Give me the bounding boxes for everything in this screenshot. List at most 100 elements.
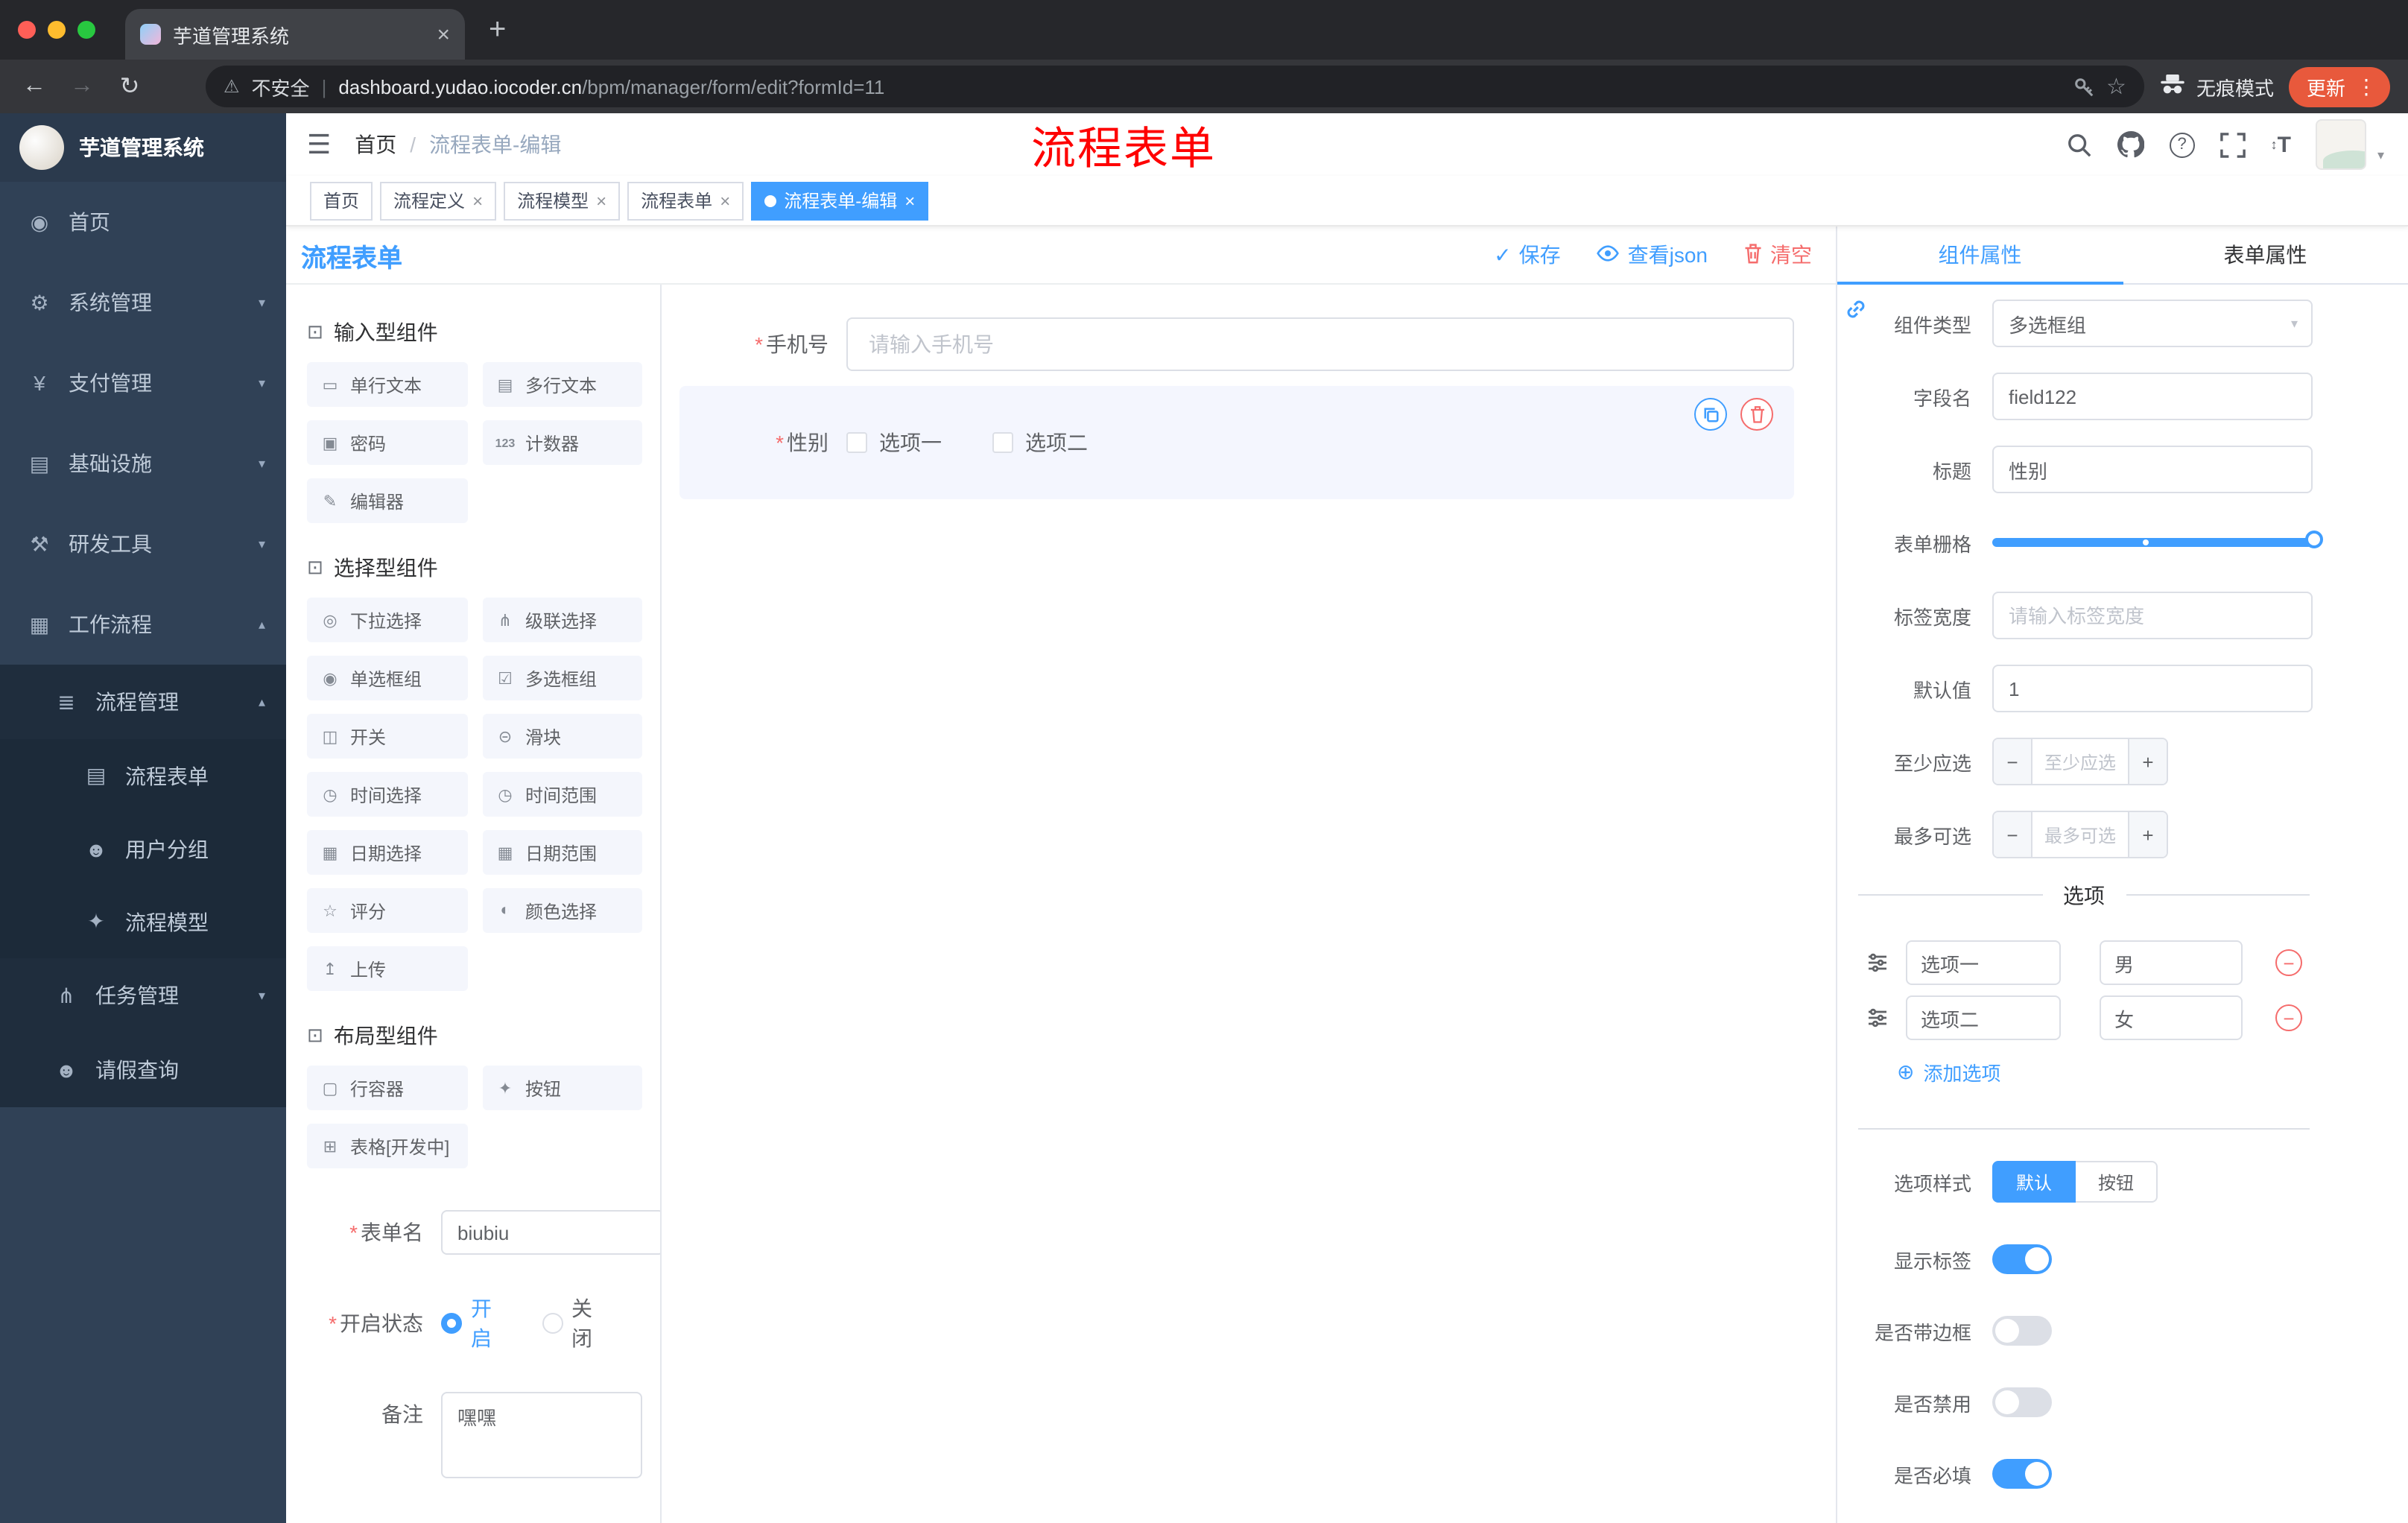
sidebar-collapse-icon[interactable]: ☰ xyxy=(307,129,331,160)
component-chip-checkbox-group[interactable]: ☑ 多选框组 xyxy=(482,656,642,700)
show-label-toggle[interactable] xyxy=(1992,1244,2052,1274)
required-toggle[interactable] xyxy=(1992,1459,2052,1489)
component-chip-password[interactable]: ▣ 密码 xyxy=(307,420,467,465)
password-key-icon[interactable] xyxy=(2072,75,2094,98)
component-chip-color-picker[interactable]: ◐ 颜色选择 xyxy=(482,888,642,933)
sidebar-item-home[interactable]: ◉ 首页 xyxy=(0,182,286,262)
sidebar-item-process-management[interactable]: ≣ 流程管理 ▴ xyxy=(0,665,286,739)
minimize-window-button[interactable] xyxy=(48,21,66,39)
drag-handle-icon[interactable] xyxy=(1867,952,1888,973)
save-button[interactable]: ✓ 保存 xyxy=(1494,240,1560,270)
increase-button[interactable]: + xyxy=(2128,812,2167,857)
close-icon[interactable]: × xyxy=(904,190,915,211)
address-bar[interactable]: ⚠ 不安全 | dashboard.yudao.iocoder.cn/bpm/m… xyxy=(206,66,2144,107)
breadcrumb-home[interactable]: 首页 xyxy=(355,130,396,159)
sidebar-item-user-group[interactable]: ☻ 用户分组 xyxy=(0,812,286,885)
sidebar-item-process-form[interactable]: ▤ 流程表单 xyxy=(0,739,286,812)
status-radio-on[interactable]: 开启 xyxy=(441,1294,512,1353)
slider-track[interactable] xyxy=(1992,531,2323,548)
option2-label-input[interactable] xyxy=(1906,995,2061,1040)
selected-gender-field[interactable]: * 性别 选项一 选项二 xyxy=(679,386,1794,499)
remove-option-button[interactable]: − xyxy=(2275,949,2302,976)
maximize-window-button[interactable] xyxy=(77,21,95,39)
style-default-button[interactable]: 默认 xyxy=(1992,1161,2076,1203)
component-chip-counter[interactable]: 123 计数器 xyxy=(482,420,642,465)
reload-icon[interactable]: ↻ xyxy=(113,72,146,101)
phone-field-row[interactable]: * 手机号 xyxy=(679,317,1794,371)
component-chip-multiline-text[interactable]: ▤ 多行文本 xyxy=(482,362,642,407)
component-chip-radio-group[interactable]: ◉ 单选框组 xyxy=(307,656,467,700)
add-option-button[interactable]: ⊕ 添加选项 xyxy=(1897,1058,2313,1086)
sidebar-item-task-management[interactable]: ⋔ 任务管理 ▾ xyxy=(0,958,286,1033)
sidebar-item-payment[interactable]: ¥ 支付管理 ▾ xyxy=(0,343,286,423)
sidebar-item-leave-query[interactable]: ☻ 请假查询 xyxy=(0,1033,286,1107)
form-remark-textarea[interactable]: 嘿嘿 xyxy=(441,1392,642,1478)
close-icon[interactable]: × xyxy=(720,190,730,211)
default-value-input[interactable] xyxy=(1992,665,2313,712)
min-select-placeholder[interactable]: 至少应选 xyxy=(2032,739,2128,784)
sidebar-item-system[interactable]: ⚙ 系统管理 ▾ xyxy=(0,262,286,343)
component-chip-date-picker[interactable]: ▦ 日期选择 xyxy=(307,830,467,875)
component-chip-cascader[interactable]: ⋔ 级联选择 xyxy=(482,598,642,642)
component-chip-button[interactable]: ✦ 按钮 xyxy=(482,1066,642,1110)
disabled-toggle[interactable] xyxy=(1992,1387,2052,1417)
title-input[interactable] xyxy=(1992,446,2313,493)
tab-component-props[interactable]: 组件属性 xyxy=(1837,227,2123,285)
browser-tab[interactable]: 芋道管理系统 × xyxy=(125,9,465,60)
close-icon[interactable]: × xyxy=(596,190,606,211)
clear-button[interactable]: 清空 xyxy=(1743,240,1812,270)
component-type-select[interactable]: 多选框组 ▾ xyxy=(1992,300,2313,347)
option1-label-input[interactable] xyxy=(1906,940,2061,985)
slider-handle[interactable] xyxy=(2305,531,2323,548)
tab-close-icon[interactable]: × xyxy=(437,22,450,47)
sidebar-item-process-model[interactable]: ✦ 流程模型 xyxy=(0,885,286,958)
tag-home[interactable]: 首页 xyxy=(310,181,373,220)
component-chip-date-range[interactable]: ▦ 日期范围 xyxy=(482,830,642,875)
component-chip-switch[interactable]: ◫ 开关 xyxy=(307,714,467,759)
component-chip-rate[interactable]: ☆ 评分 xyxy=(307,888,467,933)
border-toggle[interactable] xyxy=(1992,1316,2052,1346)
link-icon[interactable] xyxy=(1845,298,1867,328)
label-width-input[interactable] xyxy=(1992,592,2313,639)
form-grid-slider[interactable] xyxy=(1992,519,2323,566)
checkbox-option2[interactable] xyxy=(992,432,1013,453)
component-chip-editor[interactable]: ✎ 编辑器 xyxy=(307,478,467,523)
user-avatar[interactable] xyxy=(2316,119,2367,170)
increase-button[interactable]: + xyxy=(2128,739,2167,784)
tag-process-definition[interactable]: 流程定义 × xyxy=(380,181,497,220)
back-icon[interactable]: ← xyxy=(18,73,51,100)
browser-menu-dots-icon[interactable]: ⋮ xyxy=(2356,74,2377,99)
component-chip-select[interactable]: ◎ 下拉选择 xyxy=(307,598,467,642)
component-chip-table[interactable]: ⊞ 表格[开发中] xyxy=(307,1124,467,1168)
decrease-button[interactable]: − xyxy=(1994,812,2032,857)
tag-process-model[interactable]: 流程模型 × xyxy=(504,181,621,220)
fullscreen-icon[interactable] xyxy=(2220,132,2246,157)
browser-update-button[interactable]: 更新 ⋮ xyxy=(2288,66,2390,107)
component-chip-time-picker[interactable]: ◷ 时间选择 xyxy=(307,772,467,817)
font-size-icon[interactable]: ↕ T xyxy=(2271,132,2291,157)
option1-value-input[interactable] xyxy=(2100,940,2243,985)
sidebar-item-infrastructure[interactable]: ▤ 基础设施 ▾ xyxy=(0,423,286,504)
sidebar-item-workflow[interactable]: ▦ 工作流程 ▴ xyxy=(0,584,286,665)
style-button-button[interactable]: 按钮 xyxy=(2076,1161,2158,1203)
form-name-input[interactable] xyxy=(441,1210,660,1255)
tab-form-props[interactable]: 表单属性 xyxy=(2123,227,2408,283)
close-icon[interactable]: × xyxy=(472,190,483,211)
checkbox-option1[interactable] xyxy=(846,432,867,453)
remove-option-button[interactable]: − xyxy=(2275,1004,2302,1031)
component-chip-slider[interactable]: ⊝ 滑块 xyxy=(482,714,642,759)
max-select-placeholder[interactable]: 最多可选 xyxy=(2032,812,2128,857)
avatar-caret-icon[interactable]: ▾ xyxy=(2377,148,2384,170)
component-chip-time-range[interactable]: ◷ 时间范围 xyxy=(482,772,642,817)
close-window-button[interactable] xyxy=(18,21,36,39)
sidebar-logo[interactable]: 芋道管理系统 xyxy=(0,113,286,182)
decrease-button[interactable]: − xyxy=(1994,739,2032,784)
option2-value-input[interactable] xyxy=(2100,995,2243,1040)
copy-field-button[interactable] xyxy=(1694,398,1727,431)
component-chip-upload[interactable]: ↥ 上传 xyxy=(307,946,467,991)
github-icon[interactable] xyxy=(2117,131,2144,158)
new-tab-button[interactable]: + xyxy=(489,13,506,47)
tag-process-form[interactable]: 流程表单 × xyxy=(627,181,744,220)
component-chip-single-line-text[interactable]: ▭ 单行文本 xyxy=(307,362,467,407)
phone-input[interactable] xyxy=(846,317,1794,371)
